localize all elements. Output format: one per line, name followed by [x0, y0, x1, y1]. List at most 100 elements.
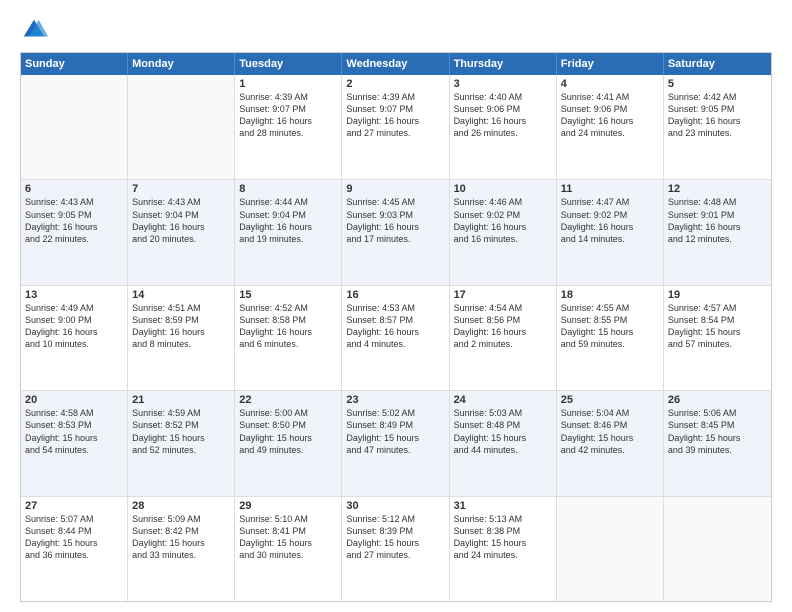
day-cell-21: 21Sunrise: 4:59 AM Sunset: 8:52 PM Dayli…	[128, 391, 235, 495]
day-cell-31: 31Sunrise: 5:13 AM Sunset: 8:38 PM Dayli…	[450, 497, 557, 601]
day-info: Sunrise: 5:09 AM Sunset: 8:42 PM Dayligh…	[132, 513, 230, 562]
calendar-body: 1Sunrise: 4:39 AM Sunset: 9:07 PM Daylig…	[21, 75, 771, 601]
day-cell-29: 29Sunrise: 5:10 AM Sunset: 8:41 PM Dayli…	[235, 497, 342, 601]
day-info: Sunrise: 4:39 AM Sunset: 9:07 PM Dayligh…	[346, 91, 444, 140]
day-number: 31	[454, 500, 552, 512]
calendar-row-5: 27Sunrise: 5:07 AM Sunset: 8:44 PM Dayli…	[21, 496, 771, 601]
day-info: Sunrise: 4:44 AM Sunset: 9:04 PM Dayligh…	[239, 196, 337, 245]
day-number: 1	[239, 78, 337, 90]
day-info: Sunrise: 4:46 AM Sunset: 9:02 PM Dayligh…	[454, 196, 552, 245]
day-info: Sunrise: 4:52 AM Sunset: 8:58 PM Dayligh…	[239, 302, 337, 351]
day-cell-19: 19Sunrise: 4:57 AM Sunset: 8:54 PM Dayli…	[664, 286, 771, 390]
day-number: 30	[346, 500, 444, 512]
day-number: 11	[561, 183, 659, 195]
day-info: Sunrise: 4:51 AM Sunset: 8:59 PM Dayligh…	[132, 302, 230, 351]
day-number: 4	[561, 78, 659, 90]
day-cell-26: 26Sunrise: 5:06 AM Sunset: 8:45 PM Dayli…	[664, 391, 771, 495]
day-info: Sunrise: 4:45 AM Sunset: 9:03 PM Dayligh…	[346, 196, 444, 245]
day-info: Sunrise: 4:55 AM Sunset: 8:55 PM Dayligh…	[561, 302, 659, 351]
day-info: Sunrise: 4:57 AM Sunset: 8:54 PM Dayligh…	[668, 302, 767, 351]
day-info: Sunrise: 4:49 AM Sunset: 9:00 PM Dayligh…	[25, 302, 123, 351]
day-info: Sunrise: 5:06 AM Sunset: 8:45 PM Dayligh…	[668, 407, 767, 456]
day-cell-10: 10Sunrise: 4:46 AM Sunset: 9:02 PM Dayli…	[450, 180, 557, 284]
day-cell-25: 25Sunrise: 5:04 AM Sunset: 8:46 PM Dayli…	[557, 391, 664, 495]
empty-cell-r0-c1	[128, 75, 235, 179]
day-number: 16	[346, 289, 444, 301]
day-cell-22: 22Sunrise: 5:00 AM Sunset: 8:50 PM Dayli…	[235, 391, 342, 495]
day-cell-20: 20Sunrise: 4:58 AM Sunset: 8:53 PM Dayli…	[21, 391, 128, 495]
day-number: 3	[454, 78, 552, 90]
page: SundayMondayTuesdayWednesdayThursdayFrid…	[0, 0, 792, 612]
day-number: 7	[132, 183, 230, 195]
day-cell-15: 15Sunrise: 4:52 AM Sunset: 8:58 PM Dayli…	[235, 286, 342, 390]
day-number: 18	[561, 289, 659, 301]
day-cell-9: 9Sunrise: 4:45 AM Sunset: 9:03 PM Daylig…	[342, 180, 449, 284]
day-info: Sunrise: 4:43 AM Sunset: 9:05 PM Dayligh…	[25, 196, 123, 245]
day-number: 22	[239, 394, 337, 406]
day-cell-17: 17Sunrise: 4:54 AM Sunset: 8:56 PM Dayli…	[450, 286, 557, 390]
calendar-row-4: 20Sunrise: 4:58 AM Sunset: 8:53 PM Dayli…	[21, 390, 771, 495]
calendar: SundayMondayTuesdayWednesdayThursdayFrid…	[20, 52, 772, 602]
day-number: 19	[668, 289, 767, 301]
day-info: Sunrise: 5:02 AM Sunset: 8:49 PM Dayligh…	[346, 407, 444, 456]
day-number: 8	[239, 183, 337, 195]
day-number: 21	[132, 394, 230, 406]
calendar-row-2: 6Sunrise: 4:43 AM Sunset: 9:05 PM Daylig…	[21, 179, 771, 284]
day-cell-12: 12Sunrise: 4:48 AM Sunset: 9:01 PM Dayli…	[664, 180, 771, 284]
day-cell-16: 16Sunrise: 4:53 AM Sunset: 8:57 PM Dayli…	[342, 286, 449, 390]
day-cell-7: 7Sunrise: 4:43 AM Sunset: 9:04 PM Daylig…	[128, 180, 235, 284]
day-info: Sunrise: 5:13 AM Sunset: 8:38 PM Dayligh…	[454, 513, 552, 562]
day-number: 24	[454, 394, 552, 406]
day-number: 10	[454, 183, 552, 195]
day-cell-11: 11Sunrise: 4:47 AM Sunset: 9:02 PM Dayli…	[557, 180, 664, 284]
day-number: 6	[25, 183, 123, 195]
empty-cell-r4-c6	[664, 497, 771, 601]
day-number: 12	[668, 183, 767, 195]
day-info: Sunrise: 4:39 AM Sunset: 9:07 PM Dayligh…	[239, 91, 337, 140]
day-cell-28: 28Sunrise: 5:09 AM Sunset: 8:42 PM Dayli…	[128, 497, 235, 601]
weekday-header-wednesday: Wednesday	[342, 53, 449, 75]
day-info: Sunrise: 4:58 AM Sunset: 8:53 PM Dayligh…	[25, 407, 123, 456]
day-number: 25	[561, 394, 659, 406]
calendar-header: SundayMondayTuesdayWednesdayThursdayFrid…	[21, 53, 771, 75]
day-info: Sunrise: 5:12 AM Sunset: 8:39 PM Dayligh…	[346, 513, 444, 562]
day-cell-1: 1Sunrise: 4:39 AM Sunset: 9:07 PM Daylig…	[235, 75, 342, 179]
day-info: Sunrise: 5:03 AM Sunset: 8:48 PM Dayligh…	[454, 407, 552, 456]
logo-icon	[20, 16, 48, 44]
day-cell-30: 30Sunrise: 5:12 AM Sunset: 8:39 PM Dayli…	[342, 497, 449, 601]
day-info: Sunrise: 5:07 AM Sunset: 8:44 PM Dayligh…	[25, 513, 123, 562]
day-number: 14	[132, 289, 230, 301]
day-number: 27	[25, 500, 123, 512]
calendar-row-1: 1Sunrise: 4:39 AM Sunset: 9:07 PM Daylig…	[21, 75, 771, 179]
day-number: 5	[668, 78, 767, 90]
day-info: Sunrise: 5:04 AM Sunset: 8:46 PM Dayligh…	[561, 407, 659, 456]
empty-cell-r0-c0	[21, 75, 128, 179]
day-number: 28	[132, 500, 230, 512]
day-cell-14: 14Sunrise: 4:51 AM Sunset: 8:59 PM Dayli…	[128, 286, 235, 390]
day-info: Sunrise: 5:00 AM Sunset: 8:50 PM Dayligh…	[239, 407, 337, 456]
day-cell-3: 3Sunrise: 4:40 AM Sunset: 9:06 PM Daylig…	[450, 75, 557, 179]
day-number: 9	[346, 183, 444, 195]
day-number: 2	[346, 78, 444, 90]
day-cell-5: 5Sunrise: 4:42 AM Sunset: 9:05 PM Daylig…	[664, 75, 771, 179]
day-number: 20	[25, 394, 123, 406]
weekday-header-monday: Monday	[128, 53, 235, 75]
weekday-header-thursday: Thursday	[450, 53, 557, 75]
weekday-header-tuesday: Tuesday	[235, 53, 342, 75]
logo	[20, 16, 52, 44]
day-number: 23	[346, 394, 444, 406]
day-cell-13: 13Sunrise: 4:49 AM Sunset: 9:00 PM Dayli…	[21, 286, 128, 390]
day-info: Sunrise: 4:43 AM Sunset: 9:04 PM Dayligh…	[132, 196, 230, 245]
day-number: 13	[25, 289, 123, 301]
day-number: 15	[239, 289, 337, 301]
day-info: Sunrise: 4:54 AM Sunset: 8:56 PM Dayligh…	[454, 302, 552, 351]
weekday-header-saturday: Saturday	[664, 53, 771, 75]
day-cell-8: 8Sunrise: 4:44 AM Sunset: 9:04 PM Daylig…	[235, 180, 342, 284]
day-number: 17	[454, 289, 552, 301]
day-info: Sunrise: 4:40 AM Sunset: 9:06 PM Dayligh…	[454, 91, 552, 140]
day-cell-6: 6Sunrise: 4:43 AM Sunset: 9:05 PM Daylig…	[21, 180, 128, 284]
day-cell-23: 23Sunrise: 5:02 AM Sunset: 8:49 PM Dayli…	[342, 391, 449, 495]
day-info: Sunrise: 4:59 AM Sunset: 8:52 PM Dayligh…	[132, 407, 230, 456]
day-number: 29	[239, 500, 337, 512]
day-cell-18: 18Sunrise: 4:55 AM Sunset: 8:55 PM Dayli…	[557, 286, 664, 390]
